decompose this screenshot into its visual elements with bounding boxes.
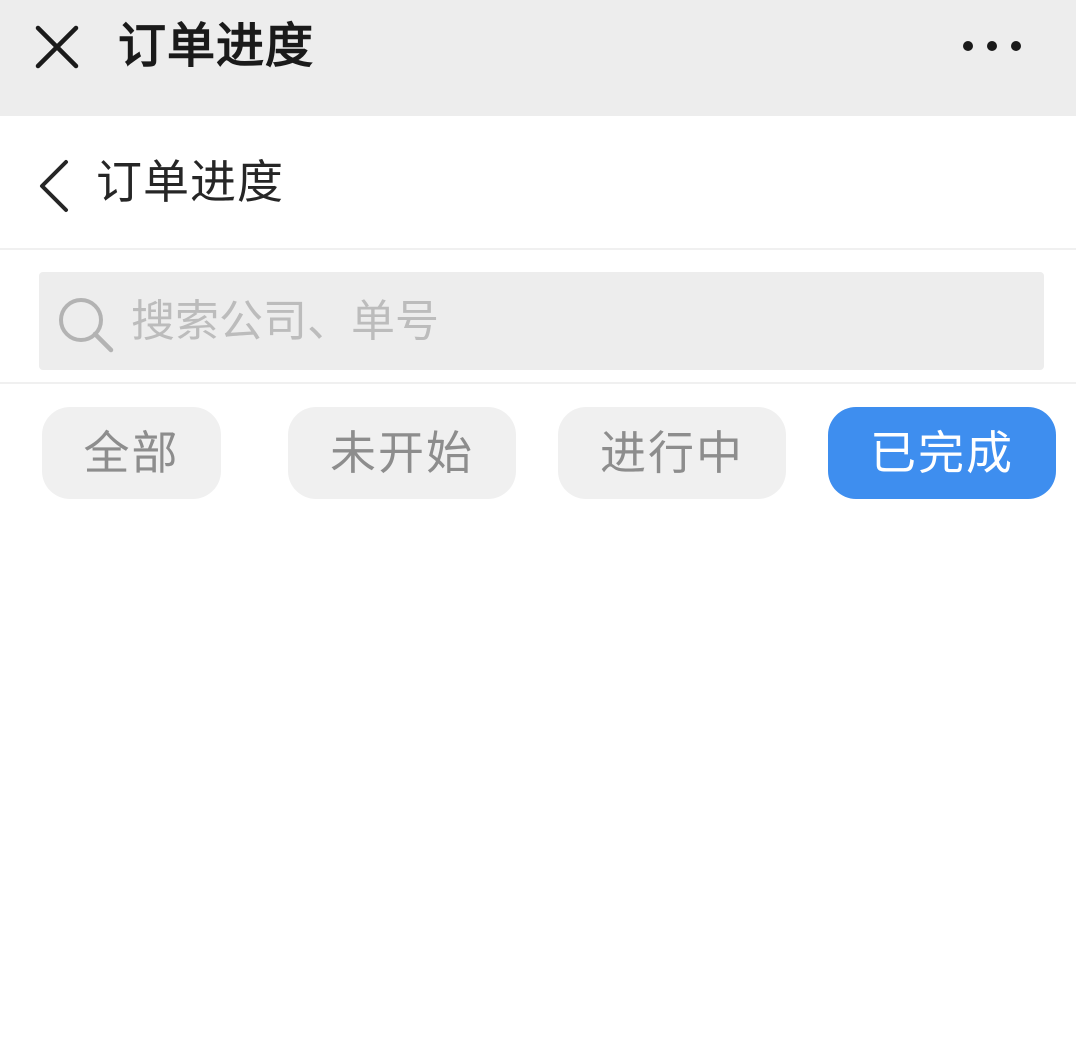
back-button[interactable]	[30, 156, 80, 216]
window-title: 订单进度	[118, 18, 315, 74]
more-dots-icon	[963, 41, 1021, 51]
filter-not-started-button[interactable]: 未开始	[288, 407, 516, 499]
more-button[interactable]	[958, 28, 1028, 64]
app-topbar: 订单进度	[0, 0, 1076, 116]
filter-all-button[interactable]: 全部	[42, 407, 221, 499]
filter-in-progress-button[interactable]: 进行中	[558, 407, 786, 499]
filter-completed-button[interactable]: 已完成	[828, 407, 1056, 499]
chevron-left-icon	[40, 160, 68, 212]
search-section	[0, 250, 1076, 384]
search-box[interactable]	[39, 272, 1044, 370]
close-icon	[35, 25, 79, 69]
close-button[interactable]	[30, 20, 84, 74]
page-title: 订单进度	[96, 155, 284, 209]
page-header: 订单进度	[0, 116, 1076, 250]
search-input[interactable]	[131, 272, 1021, 370]
search-icon	[59, 298, 114, 353]
